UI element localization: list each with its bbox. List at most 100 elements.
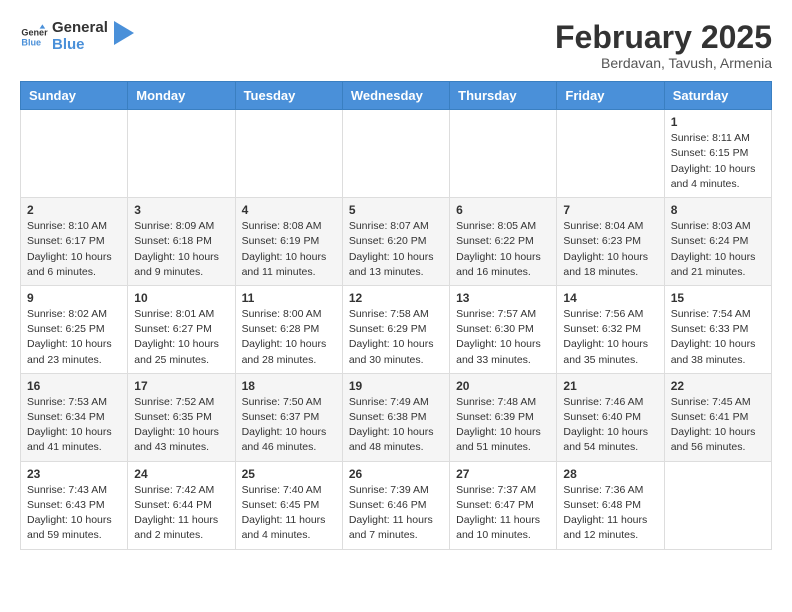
day-info: Sunrise: 7:53 AM Sunset: 6:34 PM Dayligh…: [27, 395, 121, 456]
day-info: Sunrise: 7:54 AM Sunset: 6:33 PM Dayligh…: [671, 307, 765, 368]
day-info: Sunrise: 7:46 AM Sunset: 6:40 PM Dayligh…: [563, 395, 657, 456]
day-number: 18: [242, 379, 336, 393]
day-info: Sunrise: 7:57 AM Sunset: 6:30 PM Dayligh…: [456, 307, 550, 368]
day-number: 4: [242, 203, 336, 217]
calendar-cell: [557, 110, 664, 198]
day-number: 26: [349, 467, 443, 481]
calendar-week-row: 9 Sunrise: 8:02 AM Sunset: 6:25 PM Daylig…: [21, 285, 772, 373]
day-number: 5: [349, 203, 443, 217]
day-number: 12: [349, 291, 443, 305]
calendar-cell: 9 Sunrise: 8:02 AM Sunset: 6:25 PM Daylig…: [21, 285, 128, 373]
calendar-cell: 20 Sunrise: 7:48 AM Sunset: 6:39 PM Dayli…: [450, 373, 557, 461]
day-info: Sunrise: 7:36 AM Sunset: 6:48 PM Dayligh…: [563, 483, 657, 544]
day-info: Sunrise: 7:50 AM Sunset: 6:37 PM Dayligh…: [242, 395, 336, 456]
svg-text:Blue: Blue: [21, 37, 41, 47]
weekday-header: Monday: [128, 82, 235, 110]
day-number: 23: [27, 467, 121, 481]
calendar-cell: [21, 110, 128, 198]
day-number: 11: [242, 291, 336, 305]
page-header: General Blue General Blue February 2025 …: [20, 20, 772, 71]
day-info: Sunrise: 8:09 AM Sunset: 6:18 PM Dayligh…: [134, 219, 228, 280]
calendar-cell: [664, 461, 771, 549]
calendar-cell: 28 Sunrise: 7:36 AM Sunset: 6:48 PM Dayli…: [557, 461, 664, 549]
calendar-cell: 6 Sunrise: 8:05 AM Sunset: 6:22 PM Daylig…: [450, 198, 557, 286]
calendar-cell: [450, 110, 557, 198]
day-info: Sunrise: 7:49 AM Sunset: 6:38 PM Dayligh…: [349, 395, 443, 456]
day-info: Sunrise: 8:05 AM Sunset: 6:22 PM Dayligh…: [456, 219, 550, 280]
day-number: 25: [242, 467, 336, 481]
day-info: Sunrise: 7:40 AM Sunset: 6:45 PM Dayligh…: [242, 483, 336, 544]
logo: General Blue General Blue: [20, 20, 134, 53]
calendar-week-row: 1 Sunrise: 8:11 AM Sunset: 6:15 PM Daylig…: [21, 110, 772, 198]
logo-general: General: [52, 20, 108, 37]
day-info: Sunrise: 7:48 AM Sunset: 6:39 PM Dayligh…: [456, 395, 550, 456]
calendar-cell: 8 Sunrise: 8:03 AM Sunset: 6:24 PM Daylig…: [664, 198, 771, 286]
weekday-header: Friday: [557, 82, 664, 110]
calendar-cell: 22Sunrise: 7:45 AM Sunset: 6:41 PM Dayli…: [664, 373, 771, 461]
day-info: Sunrise: 8:04 AM Sunset: 6:23 PM Dayligh…: [563, 219, 657, 280]
day-number: 19: [349, 379, 443, 393]
day-number: 7: [563, 203, 657, 217]
day-number: 3: [134, 203, 228, 217]
calendar-cell: 15 Sunrise: 7:54 AM Sunset: 6:33 PM Dayli…: [664, 285, 771, 373]
calendar-week-row: 16 Sunrise: 7:53 AM Sunset: 6:34 PM Dayli…: [21, 373, 772, 461]
weekday-header: Wednesday: [342, 82, 449, 110]
calendar-cell: 16 Sunrise: 7:53 AM Sunset: 6:34 PM Dayli…: [21, 373, 128, 461]
logo-blue: Blue: [52, 37, 108, 54]
day-number: 2: [27, 203, 121, 217]
calendar-cell: 1 Sunrise: 8:11 AM Sunset: 6:15 PM Daylig…: [664, 110, 771, 198]
day-info: Sunrise: 7:58 AM Sunset: 6:29 PM Dayligh…: [349, 307, 443, 368]
day-number: 14: [563, 291, 657, 305]
calendar-cell: 7 Sunrise: 8:04 AM Sunset: 6:23 PM Daylig…: [557, 198, 664, 286]
day-info: Sunrise: 8:11 AM Sunset: 6:15 PM Dayligh…: [671, 131, 765, 192]
day-number: 28: [563, 467, 657, 481]
day-number: 15: [671, 291, 765, 305]
day-number: 21: [563, 379, 657, 393]
weekday-header: Thursday: [450, 82, 557, 110]
day-number: 24: [134, 467, 228, 481]
calendar-cell: 12 Sunrise: 7:58 AM Sunset: 6:29 PM Dayli…: [342, 285, 449, 373]
calendar-cell: 13Sunrise: 7:57 AM Sunset: 6:30 PM Dayli…: [450, 285, 557, 373]
svg-text:General: General: [21, 27, 48, 37]
day-info: Sunrise: 8:08 AM Sunset: 6:19 PM Dayligh…: [242, 219, 336, 280]
day-info: Sunrise: 8:01 AM Sunset: 6:27 PM Dayligh…: [134, 307, 228, 368]
weekday-header: Saturday: [664, 82, 771, 110]
day-info: Sunrise: 7:37 AM Sunset: 6:47 PM Dayligh…: [456, 483, 550, 544]
calendar-cell: 27 Sunrise: 7:37 AM Sunset: 6:47 PM Dayli…: [450, 461, 557, 549]
calendar-cell: [128, 110, 235, 198]
day-number: 27: [456, 467, 550, 481]
calendar-cell: 23Sunrise: 7:43 AM Sunset: 6:43 PM Dayli…: [21, 461, 128, 549]
day-number: 6: [456, 203, 550, 217]
day-number: 16: [27, 379, 121, 393]
day-number: 8: [671, 203, 765, 217]
calendar-cell: 21 Sunrise: 7:46 AM Sunset: 6:40 PM Dayli…: [557, 373, 664, 461]
calendar-cell: 19 Sunrise: 7:49 AM Sunset: 6:38 PM Dayli…: [342, 373, 449, 461]
day-number: 17: [134, 379, 228, 393]
day-info: Sunrise: 7:45 AM Sunset: 6:41 PM Dayligh…: [671, 395, 765, 456]
day-info: Sunrise: 8:00 AM Sunset: 6:28 PM Dayligh…: [242, 307, 336, 368]
calendar-cell: 14Sunrise: 7:56 AM Sunset: 6:32 PM Dayli…: [557, 285, 664, 373]
day-number: 1: [671, 115, 765, 129]
day-number: 9: [27, 291, 121, 305]
calendar-week-row: 23Sunrise: 7:43 AM Sunset: 6:43 PM Dayli…: [21, 461, 772, 549]
day-number: 20: [456, 379, 550, 393]
calendar-cell: 26 Sunrise: 7:39 AM Sunset: 6:46 PM Dayli…: [342, 461, 449, 549]
title-block: February 2025 Berdavan, Tavush, Armenia: [555, 20, 772, 71]
calendar-cell: 2 Sunrise: 8:10 AM Sunset: 6:17 PM Daylig…: [21, 198, 128, 286]
day-number: 10: [134, 291, 228, 305]
day-info: Sunrise: 7:42 AM Sunset: 6:44 PM Dayligh…: [134, 483, 228, 544]
page-title: February 2025: [555, 20, 772, 55]
day-info: Sunrise: 8:10 AM Sunset: 6:17 PM Dayligh…: [27, 219, 121, 280]
day-info: Sunrise: 8:02 AM Sunset: 6:25 PM Dayligh…: [27, 307, 121, 368]
calendar-cell: 5 Sunrise: 8:07 AM Sunset: 6:20 PM Daylig…: [342, 198, 449, 286]
page-subtitle: Berdavan, Tavush, Armenia: [555, 55, 772, 71]
calendar-cell: [342, 110, 449, 198]
calendar-cell: 17 Sunrise: 7:52 AM Sunset: 6:35 PM Dayli…: [128, 373, 235, 461]
calendar-cell: 3 Sunrise: 8:09 AM Sunset: 6:18 PM Daylig…: [128, 198, 235, 286]
weekday-header: Sunday: [21, 82, 128, 110]
day-info: Sunrise: 7:39 AM Sunset: 6:46 PM Dayligh…: [349, 483, 443, 544]
day-info: Sunrise: 8:07 AM Sunset: 6:20 PM Dayligh…: [349, 219, 443, 280]
day-info: Sunrise: 7:52 AM Sunset: 6:35 PM Dayligh…: [134, 395, 228, 456]
day-info: Sunrise: 8:03 AM Sunset: 6:24 PM Dayligh…: [671, 219, 765, 280]
calendar-cell: 4 Sunrise: 8:08 AM Sunset: 6:19 PM Daylig…: [235, 198, 342, 286]
